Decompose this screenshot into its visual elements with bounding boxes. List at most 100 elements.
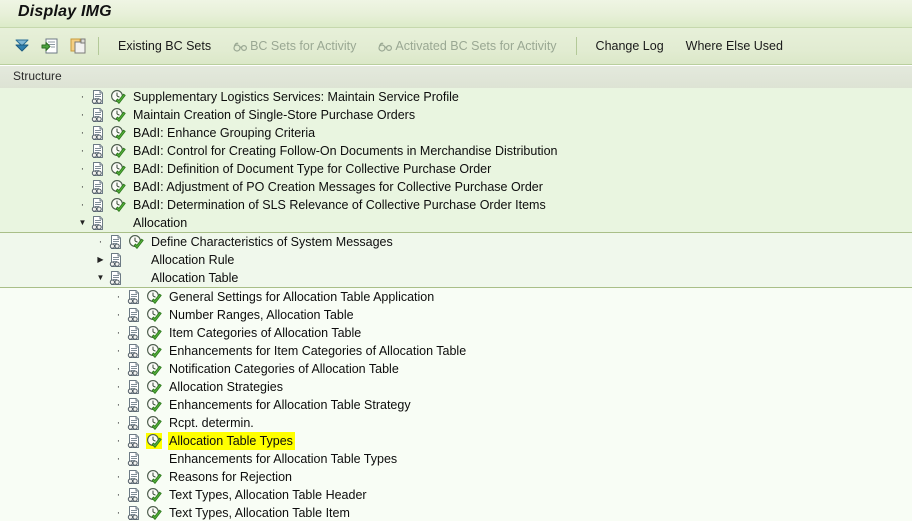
activity-done-icon[interactable] [146,505,162,521]
tree-row[interactable]: · Number Ranges, Allocation Table [0,306,912,324]
display-document-icon[interactable] [90,143,106,159]
tree-row[interactable]: · General Settings for Allocation Table A… [0,288,912,306]
display-document-icon[interactable] [126,505,142,521]
tree-row[interactable]: · Text Types, Allocation Table Header [0,486,912,504]
activity-done-icon[interactable] [110,143,126,159]
tree-expand-toggle-expanded[interactable]: ▼ [96,269,105,287]
tree-row-label[interactable]: Allocation Table Types [168,432,295,450]
display-document-icon[interactable] [126,487,142,503]
activity-done-icon[interactable] [146,487,162,503]
activity-done-icon[interactable] [146,325,162,341]
activity-done-icon[interactable] [110,125,126,141]
tree-expand-toggle-expanded[interactable]: ▼ [78,214,87,232]
tree-row[interactable]: · Notification Categories of Allocation T… [0,360,912,378]
activity-done-icon[interactable] [146,307,162,323]
tree-row-label[interactable]: BAdI: Control for Creating Follow-On Doc… [132,142,559,160]
tree-row-label[interactable]: BAdI: Enhance Grouping Criteria [132,124,317,142]
tree-row-label[interactable]: Enhancements for Allocation Table Strate… [168,396,413,414]
tree-row[interactable]: · Enhancements for Allocation Table Strat… [0,396,912,414]
button-existing-bc-sets[interactable]: Existing BC Sets [107,33,222,59]
tree-row[interactable]: · BAdI: Definition of Document Type for C… [0,160,912,178]
tree-row-label[interactable]: BAdI: Adjustment of PO Creation Messages… [132,178,545,196]
activity-done-icon[interactable] [146,397,162,413]
tree-row-selected[interactable]: · Allocation Table Types [0,432,912,450]
display-document-icon[interactable] [126,469,142,485]
activity-done-icon[interactable] [110,89,126,105]
activity-done-icon[interactable] [110,179,126,195]
tree-row-label[interactable]: Maintain Creation of Single-Store Purcha… [132,106,417,124]
display-document-icon[interactable] [126,451,142,467]
tree-row-label[interactable]: Notification Categories of Allocation Ta… [168,360,401,378]
activity-done-icon[interactable] [146,289,162,305]
tree-row[interactable]: · Text Types, Allocation Table Item [0,504,912,521]
import-bc-set-icon[interactable] [38,34,62,58]
tree-row-label[interactable]: Allocation Table [150,269,240,287]
tree-row-label[interactable]: Number Ranges, Allocation Table [168,306,356,324]
activity-done-icon[interactable] [110,197,126,213]
activity-done-icon[interactable] [146,343,162,359]
display-document-icon[interactable] [126,397,142,413]
display-document-icon[interactable] [126,433,142,449]
display-document-icon[interactable] [108,252,124,268]
tree-row[interactable]: · Item Categories of Allocation Table [0,324,912,342]
tree-row-label[interactable]: Enhancements for Item Categories of Allo… [168,342,468,360]
display-document-icon[interactable] [90,107,106,123]
display-document-icon[interactable] [126,325,142,341]
img-structure-tree[interactable]: · Supplementary Logistics Services: Maint… [0,88,912,521]
tree-row[interactable]: · BAdI: Determination of SLS Relevance of… [0,196,912,214]
display-document-icon[interactable] [108,270,124,286]
display-document-icon[interactable] [126,307,142,323]
tree-row-label[interactable]: BAdI: Determination of SLS Relevance of … [132,196,548,214]
tree-row[interactable]: · Enhancements for Allocation Table Types [0,450,912,468]
display-document-icon[interactable] [108,234,124,250]
tree-row[interactable]: · BAdI: Enhance Grouping Criteria [0,124,912,142]
collapse-all-icon[interactable] [10,34,34,58]
display-document-icon[interactable] [90,89,106,105]
activity-done-icon[interactable] [146,379,162,395]
structure-column-header[interactable]: Structure [0,65,912,89]
display-document-icon[interactable] [90,125,106,141]
tree-row[interactable]: · Enhancements for Item Categories of All… [0,342,912,360]
copy-icon[interactable] [66,34,90,58]
display-document-icon[interactable] [126,379,142,395]
tree-row-label[interactable]: Enhancements for Allocation Table Types [168,450,399,468]
tree-row[interactable]: ▼ Allocation Table [0,269,912,287]
display-document-icon[interactable] [126,343,142,359]
tree-row[interactable]: · Rcpt. determin. [0,414,912,432]
tree-row[interactable]: · BAdI: Adjustment of PO Creation Message… [0,178,912,196]
tree-row-label[interactable]: Allocation Rule [150,251,236,269]
display-document-icon[interactable] [90,179,106,195]
tree-row-label[interactable]: Reasons for Rejection [168,468,294,486]
button-where-else-used[interactable]: Where Else Used [675,33,794,59]
tree-row[interactable]: · Allocation Strategies [0,378,912,396]
display-document-icon[interactable] [126,361,142,377]
activity-done-icon[interactable] [128,234,144,250]
button-change-log[interactable]: Change Log [585,33,675,59]
tree-row-label[interactable]: Item Categories of Allocation Table [168,324,363,342]
activity-done-icon[interactable] [146,415,162,431]
tree-row[interactable]: · Supplementary Logistics Services: Maint… [0,88,912,106]
tree-row[interactable]: · Define Characteristics of System Messag… [0,233,912,251]
tree-row-label[interactable]: BAdI: Definition of Document Type for Co… [132,160,493,178]
display-document-icon[interactable] [90,197,106,213]
activity-done-icon[interactable] [146,361,162,377]
tree-row[interactable]: · BAdI: Control for Creating Follow-On Do… [0,142,912,160]
display-document-icon[interactable] [126,415,142,431]
activity-done-icon[interactable] [110,161,126,177]
tree-row[interactable]: ▶ Allocation Rule [0,251,912,269]
tree-row-label[interactable]: Text Types, Allocation Table Header [168,486,369,504]
tree-row-label[interactable]: Allocation Strategies [168,378,285,396]
tree-row[interactable]: ▼ Allocation [0,214,912,232]
activity-done-icon[interactable] [110,107,126,123]
tree-row-label[interactable]: Supplementary Logistics Services: Mainta… [132,88,461,106]
tree-row-label[interactable]: General Settings for Allocation Table Ap… [168,288,436,306]
tree-row-label[interactable]: Allocation [132,214,189,232]
tree-row-label[interactable]: Define Characteristics of System Message… [150,233,395,251]
activity-done-icon[interactable] [146,469,162,485]
display-document-icon[interactable] [90,161,106,177]
tree-expand-toggle-collapsed[interactable]: ▶ [96,251,105,269]
activity-done-icon[interactable] [146,433,162,449]
tree-row-label[interactable]: Text Types, Allocation Table Item [168,504,352,521]
tree-row-label[interactable]: Rcpt. determin. [168,414,256,432]
display-document-icon[interactable] [90,215,106,231]
